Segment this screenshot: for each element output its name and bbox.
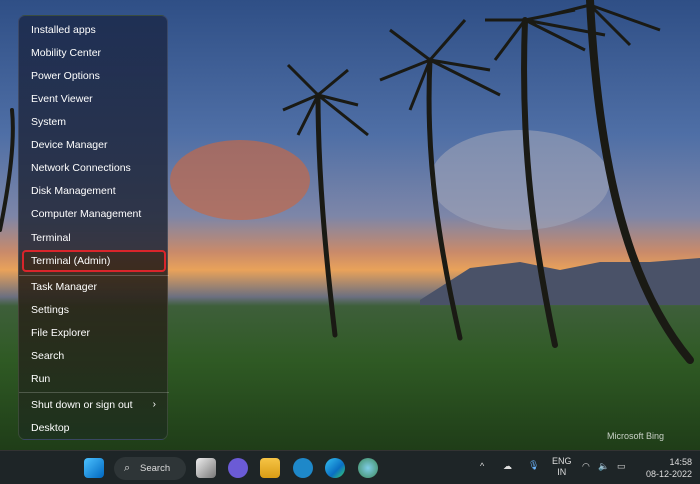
get-help-icon[interactable] [293, 458, 313, 478]
volume-icon[interactable]: 🔈 [598, 461, 609, 472]
start-button-windows-icon[interactable] [84, 458, 104, 478]
region-code: IN [557, 467, 567, 477]
menu-item-mobility-center[interactable]: Mobility Center [22, 42, 166, 64]
menu-item-search[interactable]: Search [22, 345, 166, 367]
menu-item-shut-down[interactable]: Shut down or sign out › [22, 394, 166, 416]
menu-item-desktop[interactable]: Desktop [22, 417, 166, 439]
bing-watermark: Microsoft Bing [606, 431, 664, 441]
menu-item-device-manager[interactable]: Device Manager [22, 134, 166, 156]
file-explorer-icon[interactable] [260, 458, 280, 478]
teams-chat-icon[interactable] [228, 458, 248, 478]
chevron-right-icon: › [152, 399, 156, 410]
language-code: ENG [552, 456, 572, 466]
maps-app-icon[interactable] [358, 458, 378, 478]
menu-item-settings[interactable]: Settings [22, 299, 166, 321]
language-indicator[interactable]: ENG IN [552, 456, 572, 478]
search-icon: ⌕ [124, 462, 131, 474]
menu-item-file-explorer[interactable]: File Explorer [22, 322, 166, 344]
microphone-icon[interactable]: 🎙 [528, 460, 539, 471]
menu-item-network-connections[interactable]: Network Connections [22, 157, 166, 179]
menu-item-system[interactable]: System [22, 111, 166, 133]
edge-browser-icon[interactable] [325, 458, 345, 478]
menu-item-label: Shut down or sign out [31, 399, 133, 411]
clock[interactable]: 14:58 08-12-2022 [646, 456, 692, 480]
menu-item-terminal-admin[interactable]: Terminal (Admin) [22, 250, 166, 272]
menu-item-terminal[interactable]: Terminal [22, 227, 166, 249]
menu-item-event-viewer[interactable]: Event Viewer [22, 88, 166, 110]
quick-link-menu: Installed apps Mobility Center Power Opt… [18, 15, 169, 440]
date: 08-12-2022 [645, 469, 692, 479]
menu-item-task-manager[interactable]: Task Manager [22, 276, 166, 298]
menu-separator [19, 392, 169, 393]
search-label: Search [140, 463, 171, 474]
task-view-icon[interactable] [196, 458, 216, 478]
taskbar: ⌕ Search ^ ☁ 🎙 ENG IN ◠ 🔈 ▭ 14:58 08-12-202… [0, 450, 700, 484]
menu-item-installed-apps[interactable]: Installed apps [22, 19, 166, 41]
menu-item-run[interactable]: Run [22, 368, 166, 390]
menu-item-power-options[interactable]: Power Options [22, 65, 166, 87]
time: 14:58 [669, 457, 692, 467]
menu-item-disk-management[interactable]: Disk Management [22, 180, 166, 202]
battery-icon[interactable]: ▭ [617, 461, 626, 472]
search-button[interactable]: ⌕ Search [114, 457, 186, 480]
wifi-icon[interactable]: ◠ [582, 461, 590, 472]
menu-item-computer-management[interactable]: Computer Management [22, 203, 166, 225]
show-hidden-icons-chevron-up-icon[interactable]: ^ [480, 461, 484, 471]
onedrive-cloud-icon[interactable]: ☁ [503, 461, 512, 472]
